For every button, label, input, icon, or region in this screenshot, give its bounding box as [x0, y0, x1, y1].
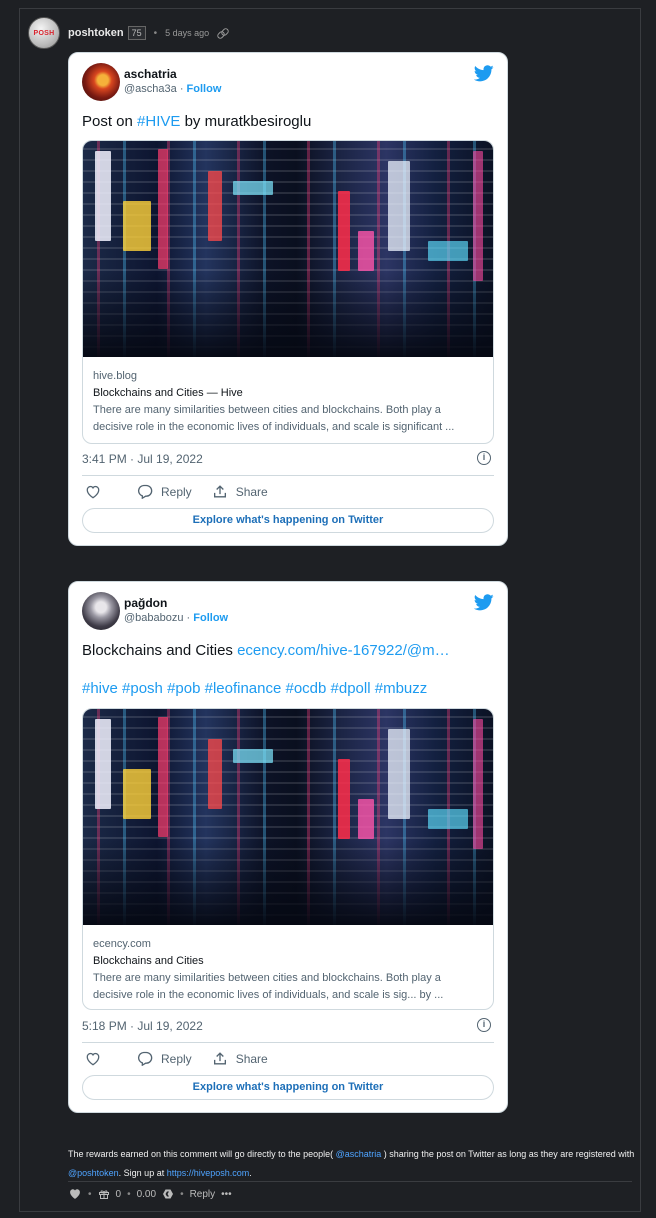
tweet-avatar[interactable] — [82, 592, 120, 630]
tweet-avatar[interactable] — [82, 63, 120, 101]
link-card[interactable]: ecency.com Blockchains and Cities There … — [82, 708, 494, 1010]
vote-count[interactable]: 0 — [116, 1189, 122, 1200]
card-image — [83, 141, 493, 357]
card-image — [83, 709, 493, 925]
tweet-text: Post on #HIVE by muratkbesiroglu — [82, 112, 311, 132]
tweet-author-block: pağdon @bababozu · Follow — [82, 591, 228, 631]
twitter-bird-icon[interactable] — [474, 594, 494, 611]
share-label: Share — [235, 1051, 268, 1066]
upvote-button[interactable] — [68, 1188, 82, 1200]
like-button[interactable] — [85, 1052, 109, 1066]
separator: • — [153, 27, 158, 39]
tweet-timestamp[interactable]: 5:18 PM · Jul 19, 2022 — [82, 1019, 203, 1033]
tweet-author-block: aschatria @ascha3a · Follow — [82, 62, 221, 102]
rewards-text-2: ) sharing the post on Twitter as long as… — [381, 1149, 635, 1159]
divider — [82, 1042, 494, 1043]
reply-label: Reply — [161, 1051, 192, 1066]
card-description-line2: decisive role in the economic lives of i… — [93, 989, 444, 1001]
reply-button[interactable]: Reply — [190, 1189, 216, 1200]
tweet-author-name[interactable]: pağdon — [124, 596, 228, 611]
card-description-line1: There are many similarities between citi… — [93, 972, 441, 984]
reply-icon — [138, 484, 153, 499]
card-domain: hive.blog — [93, 370, 138, 382]
avatar-logo-text: POSH — [33, 29, 55, 37]
comment-actions: • 0 • 0.00 • Reply ••• — [68, 1187, 238, 1201]
card-domain: ecency.com — [93, 938, 151, 950]
divider — [82, 475, 494, 476]
tweet-hashtags[interactable]: #hive #posh #pob #leofinance #ocdb #dpol… — [82, 679, 427, 699]
follow-button[interactable]: Follow — [193, 612, 228, 624]
reply-label: Reply — [161, 484, 192, 499]
tweet-text-prefix: Post on — [82, 113, 138, 130]
mention-poshtoken[interactable]: @poshtoken — [68, 1168, 119, 1178]
rewards-note: The rewards earned on this comment will … — [68, 1145, 638, 1183]
card-description-line2: decisive role in the economic lives of i… — [93, 421, 455, 433]
tweet-embed[interactable]: aschatria @ascha3a · Follow Post on #HIV… — [68, 52, 508, 546]
separator: • — [88, 1188, 92, 1200]
handle-separator: · — [176, 83, 187, 95]
tweet-actions: Reply Share — [85, 1051, 288, 1066]
share-icon — [213, 1052, 226, 1065]
info-icon[interactable]: i — [477, 1018, 491, 1032]
card-description-line1: There are many similarities between citi… — [93, 404, 441, 416]
comment-author[interactable]: poshtoken — [68, 27, 124, 39]
heart-icon — [70, 1189, 80, 1199]
follow-button[interactable]: Follow — [187, 83, 222, 95]
heart-icon — [86, 1052, 100, 1065]
tweet-author-handle[interactable]: @bababozu — [124, 612, 184, 624]
reply-button[interactable]: Reply — [137, 484, 192, 499]
separator: • — [127, 1188, 131, 1200]
share-button[interactable]: Share — [212, 484, 268, 499]
heart-icon — [86, 485, 100, 498]
rewards-text-4: . — [249, 1168, 252, 1178]
tweet-author-name[interactable]: aschatria — [124, 67, 221, 82]
signup-link[interactable]: https://hiveposh.com — [167, 1168, 250, 1178]
gift-button[interactable] — [98, 1188, 110, 1200]
card-title: Blockchains and Cities — [93, 955, 204, 967]
twitter-bird-icon[interactable] — [474, 65, 494, 82]
gift-icon — [98, 1190, 109, 1199]
mention-aschatria[interactable]: @aschatria — [336, 1149, 382, 1159]
explore-twitter-button[interactable]: Explore what's happening on Twitter — [82, 1075, 494, 1100]
tweet-embed[interactable]: pağdon @bababozu · Follow Blockchains an… — [68, 581, 508, 1113]
tweet-text: Blockchains and Cities ecency.com/hive-1… — [82, 641, 450, 661]
tweet-text-suffix: by muratkbesiroglu — [180, 113, 312, 130]
card-title: Blockchains and Cities — Hive — [93, 387, 243, 399]
comment-timestamp[interactable]: 5 days ago — [165, 28, 209, 38]
link-card[interactable]: hive.blog Blockchains and Cities — Hive … — [82, 140, 494, 444]
tweet-actions: Reply Share — [85, 484, 288, 499]
like-button[interactable] — [85, 485, 109, 499]
more-icon[interactable]: ••• — [221, 1189, 232, 1200]
comment-header: POSH poshtoken 75 • 5 days ago — [28, 17, 227, 49]
reply-icon — [138, 1051, 153, 1066]
handle-separator: · — [183, 612, 194, 624]
share-icon — [213, 485, 226, 498]
tweet-url-link[interactable]: ecency.com/hive-167922/@m… — [237, 642, 450, 659]
avatar[interactable]: POSH — [28, 17, 60, 49]
rewards-text-1: The rewards earned on this comment will … — [68, 1149, 336, 1159]
info-icon[interactable]: i — [477, 451, 491, 465]
hashtag-link[interactable]: #HIVE — [137, 113, 180, 130]
rewards-text-3: . Sign up at — [118, 1168, 167, 1178]
hive-icon[interactable] — [162, 1188, 174, 1200]
tweet-text-prefix: Blockchains and Cities — [82, 642, 238, 659]
tweet-author-handle[interactable]: @ascha3a — [124, 83, 177, 95]
share-label: Share — [235, 484, 268, 499]
share-button[interactable]: Share — [212, 1051, 268, 1066]
divider — [68, 1181, 632, 1182]
reputation-badge: 75 — [127, 26, 146, 40]
link-icon[interactable] — [217, 28, 227, 38]
explore-twitter-button[interactable]: Explore what's happening on Twitter — [82, 508, 494, 533]
payout-value[interactable]: 0.00 — [137, 1189, 156, 1200]
reply-button[interactable]: Reply — [137, 1051, 192, 1066]
tweet-timestamp[interactable]: 3:41 PM · Jul 19, 2022 — [82, 452, 203, 466]
separator: • — [180, 1188, 184, 1200]
